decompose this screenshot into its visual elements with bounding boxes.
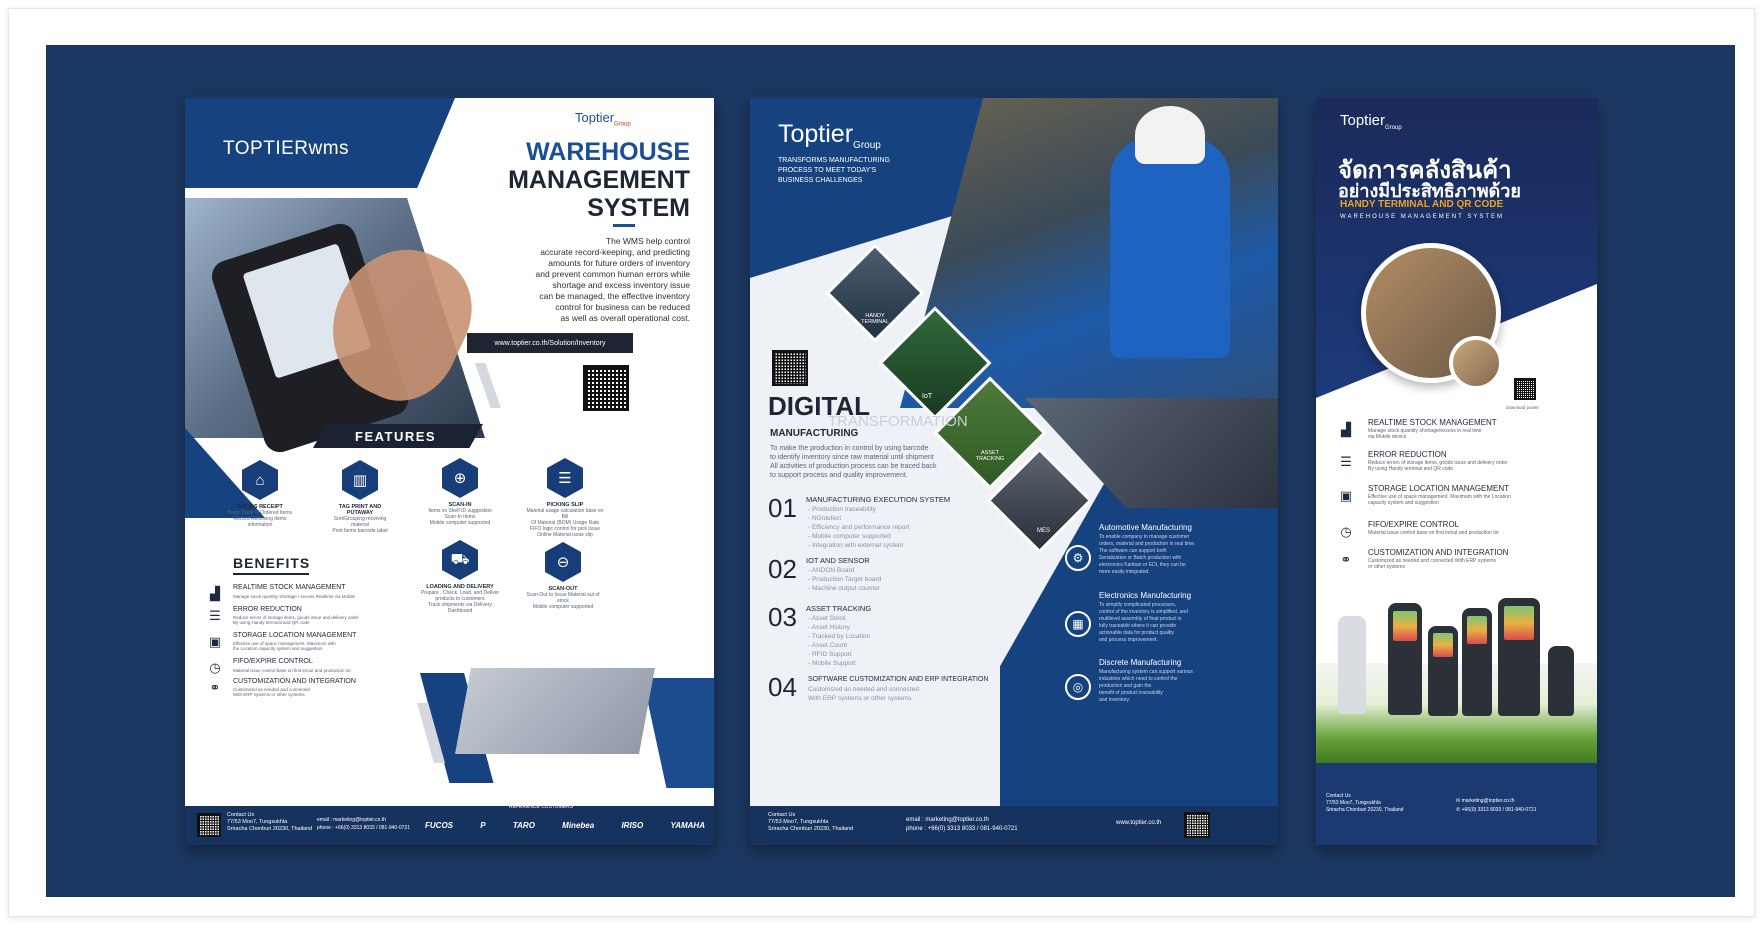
contact-block: Contact Us 77/53 Moo7, Tungsukhla Srirac… <box>1326 793 1404 813</box>
clock-icon: ◷ <box>209 660 221 675</box>
bar-chart-icon: ▟ <box>210 586 220 601</box>
customer-logo: YAMAHA <box>670 821 705 830</box>
poster-footer: Contact Us 77/53 Moo7, Tungsukhla Srirac… <box>185 804 714 845</box>
bar-chart-icon: ▟ <box>1341 422 1351 437</box>
poster-digital-transformation[interactable]: ToptierGroup TRANSFORMS MANUFACTURING PR… <box>750 98 1278 845</box>
poster-title: WAREHOUSE MANAGEMENT SYSTEM <box>508 138 690 222</box>
section-subheading: MANUFACTURING <box>770 428 859 439</box>
feature-goods-receipt: ⌂ GOODS RECEIPT Keep Track of Ordered It… <box>225 460 295 528</box>
minus-circle-icon: ⊖ <box>545 542 581 582</box>
qr-code[interactable] <box>772 350 808 386</box>
description: The WMS help control accurate record-kee… <box>535 236 691 323</box>
feature-picking-slip: ☰ PICKING SLIP Material usage calculatio… <box>525 458 605 538</box>
tile-label: HANDY TERMINAL <box>861 313 889 325</box>
tile-handy-terminal <box>825 243 925 343</box>
website-link[interactable]: www.toptier.co.th <box>1116 820 1161 826</box>
clock-icon: ◷ <box>1340 524 1352 539</box>
contact-block: Contact Us 77/53 Moo7, Tungsukhla Srirac… <box>768 812 854 832</box>
truck-icon: ⛟ <box>442 540 478 580</box>
feature-tag-print: ▥ TAG PRINT AND PUTAWAY Sort/Grouping re… <box>325 460 395 534</box>
box-icon: ▣ <box>1339 488 1353 503</box>
worker-figure <box>1110 138 1230 358</box>
list-icon: ☰ <box>1340 454 1352 469</box>
gear-icon: ⚙ <box>1065 545 1091 571</box>
link-icon: ⚭ <box>209 680 221 695</box>
gallery-frame: TOPTIERwms ToptierGroup WAREHOUSE MANAGE… <box>8 8 1755 917</box>
qr-code[interactable] <box>1514 378 1536 400</box>
poster-footer: Contact Us 77/53 Moo7, Tungsukhla Srirac… <box>750 806 1278 845</box>
customer-logo: P <box>480 821 486 830</box>
tile-label: MES <box>1037 528 1051 534</box>
feature-scan-in: ⊕ SCAN-IN Items vs Shelf ID suggestion S… <box>425 458 495 526</box>
worker-helmet <box>1135 106 1205 164</box>
corner-logo: ToptierGroup <box>575 110 631 128</box>
customer-logo: TARO <box>512 821 535 830</box>
tile-label: ASSET TRACKING <box>975 450 1005 462</box>
reference-customers-title: REFERENCE CUSTOMERS <box>509 804 574 810</box>
qr-code[interactable] <box>583 365 629 411</box>
scanner-image <box>1548 646 1574 716</box>
customer-logo: FUCOS <box>425 821 453 830</box>
device-screen <box>1504 606 1534 640</box>
customer-logos: FUCOS P TARO Minebea IRISO YAMAHA <box>425 821 705 830</box>
title-underline <box>613 224 635 227</box>
brand-logo: TOPTIERwms <box>223 138 350 159</box>
subtitle: HANDY TERMINAL AND QR CODE <box>1340 199 1504 210</box>
box-icon: ▣ <box>208 634 222 649</box>
footer-qr-code[interactable] <box>197 813 221 837</box>
warehouse-photo <box>455 668 655 754</box>
boxes-photo <box>1449 336 1503 390</box>
list-icon: ☰ <box>209 608 221 623</box>
contact-block: Contact Us 77/53 Moo7, Tungsukhla Srirac… <box>227 812 313 832</box>
poster-warehouse-management-system[interactable]: TOPTIERwms ToptierGroup WAREHOUSE MANAGE… <box>185 98 714 845</box>
device-screen <box>1467 616 1487 644</box>
link-icon: ⚭ <box>1340 552 1352 567</box>
customer-logo: IRISO <box>621 821 644 830</box>
contact-details: email : marketing@toptier.co.th phone : … <box>317 817 410 831</box>
chip-icon: ▦ <box>1065 611 1091 637</box>
feature-loading-delivery: ⛟ LOADING AND DELIVERY Prepare , Check, … <box>417 540 503 614</box>
tile-label: IoT <box>922 393 933 400</box>
device-screen <box>1393 611 1417 641</box>
intro-text: To make the production in control by usi… <box>770 445 937 479</box>
target-icon: ◎ <box>1065 674 1091 700</box>
footer-qr-code[interactable] <box>1184 812 1210 838</box>
poster-stage: TOPTIERwms ToptierGroup WAREHOUSE MANAGE… <box>46 45 1735 897</box>
benefits-list: ▟ REALTIME STOCK MANAGEMENT Manage stock… <box>208 584 359 697</box>
basket-icon: ⌂ <box>242 460 278 500</box>
brand-logo: ToptierGroup <box>1340 112 1402 131</box>
barcode-icon: ▥ <box>342 460 378 500</box>
document-icon: ☰ <box>547 458 583 498</box>
benefits-heading: BENEFITS <box>233 555 311 571</box>
device-image <box>1338 616 1366 714</box>
gray-stripe <box>475 363 501 408</box>
poster-thai-handy-terminal[interactable]: ToptierGroup จัดการคลังสินค้า อย่างมีประ… <box>1316 98 1597 845</box>
plus-circle-icon: ⊕ <box>442 458 478 498</box>
contact-details: email : marketing@toptier.co.th phone : … <box>906 817 1018 832</box>
subtitle-system: WAREHOUSE MANAGEMENT SYSTEM <box>1340 214 1505 220</box>
url-bar[interactable]: www.toptier.co.th/Solution/Inventory <box>467 333 633 353</box>
customer-logo: Minebea <box>562 821 595 830</box>
benefits-underline <box>233 573 309 575</box>
tagline: TRANSFORMS MANUFACTURING PROCESS TO MEET… <box>778 157 890 184</box>
download-label: download poster <box>1506 405 1540 410</box>
poster-footer: Contact Us 77/53 Moo7, Tungsukhla Srirac… <box>1316 763 1597 845</box>
feature-scan-out: ⊖ SCAN-OUT Scan-Out to Issue Material ou… <box>520 542 606 610</box>
brand-logo: ToptierGroup <box>778 120 881 151</box>
device-screen <box>1433 633 1453 657</box>
contact-details: ✉ marketing@toptier.co.th ✆ +66(0) 3313 … <box>1456 798 1537 813</box>
features-heading: FEATURES <box>355 429 437 444</box>
